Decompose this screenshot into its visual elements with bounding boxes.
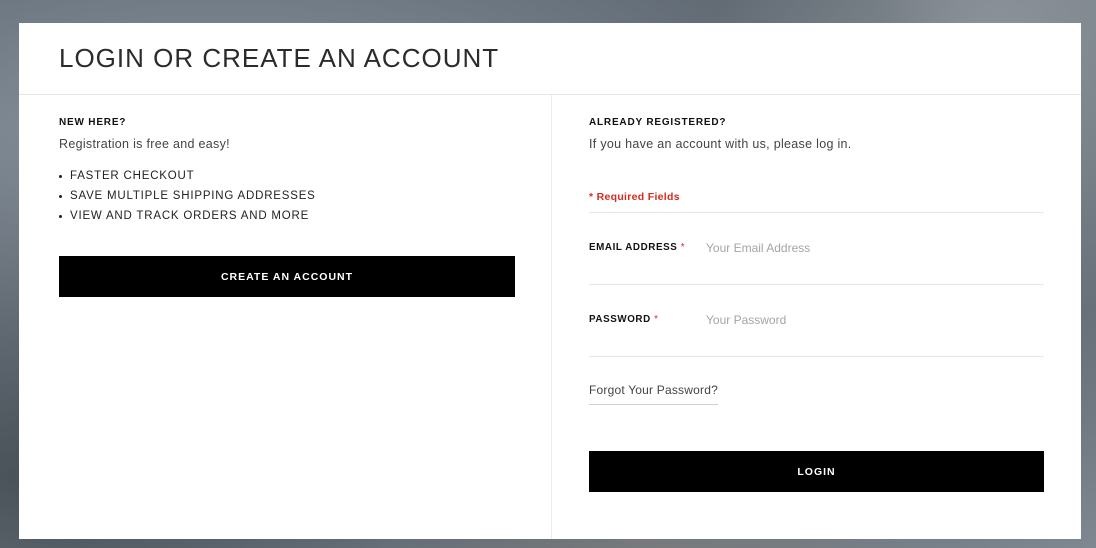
- password-field[interactable]: [706, 313, 1026, 327]
- registration-subtext: Registration is free and easy!: [59, 137, 230, 151]
- login-subtext: If you have an account with us, please l…: [589, 137, 852, 151]
- page-title: LOGIN OR CREATE AN ACCOUNT: [59, 43, 500, 73]
- email-label: EMAIL ADDRESS *: [589, 242, 706, 253]
- email-field[interactable]: [706, 241, 1026, 255]
- bullet-icon: [59, 194, 62, 198]
- login-section: ALREADY REGISTERED? If you have an accou…: [552, 95, 1081, 539]
- password-label-text: PASSWORD: [589, 314, 651, 325]
- required-fields-note: * Required Fields: [589, 191, 1044, 213]
- required-star: *: [680, 242, 686, 253]
- create-account-button[interactable]: CREATE AN ACCOUNT: [59, 256, 515, 297]
- benefit-label: SAVE MULTIPLE SHIPPING ADDRESSES: [70, 190, 316, 202]
- email-label-text: EMAIL ADDRESS: [589, 242, 678, 253]
- columns: NEW HERE? Registration is free and easy!…: [19, 95, 1081, 539]
- already-registered-heading: ALREADY REGISTERED?: [589, 117, 727, 128]
- password-label: PASSWORD *: [589, 314, 706, 325]
- password-row: PASSWORD *: [589, 285, 1044, 357]
- login-button[interactable]: LOGIN: [589, 451, 1044, 492]
- bullet-icon: [59, 174, 62, 178]
- benefit-item: FASTER CHECKOUT: [59, 166, 551, 186]
- benefit-label: VIEW AND TRACK ORDERS AND MORE: [70, 210, 310, 222]
- login-card: LOGIN OR CREATE AN ACCOUNT NEW HERE? Reg…: [19, 23, 1081, 539]
- required-star: *: [654, 314, 659, 325]
- bullet-icon: [59, 214, 62, 218]
- card-header: LOGIN OR CREATE AN ACCOUNT: [19, 23, 1081, 95]
- email-row: EMAIL ADDRESS *: [589, 213, 1044, 285]
- benefit-item: SAVE MULTIPLE SHIPPING ADDRESSES: [59, 186, 551, 206]
- new-here-heading: NEW HERE?: [59, 117, 127, 128]
- benefits-list: FASTER CHECKOUT SAVE MULTIPLE SHIPPING A…: [59, 166, 551, 226]
- benefit-label: FASTER CHECKOUT: [70, 170, 195, 182]
- new-customer-section: NEW HERE? Registration is free and easy!…: [19, 95, 552, 539]
- benefit-item: VIEW AND TRACK ORDERS AND MORE: [59, 206, 551, 226]
- forgot-password-link[interactable]: Forgot Your Password?: [589, 383, 718, 405]
